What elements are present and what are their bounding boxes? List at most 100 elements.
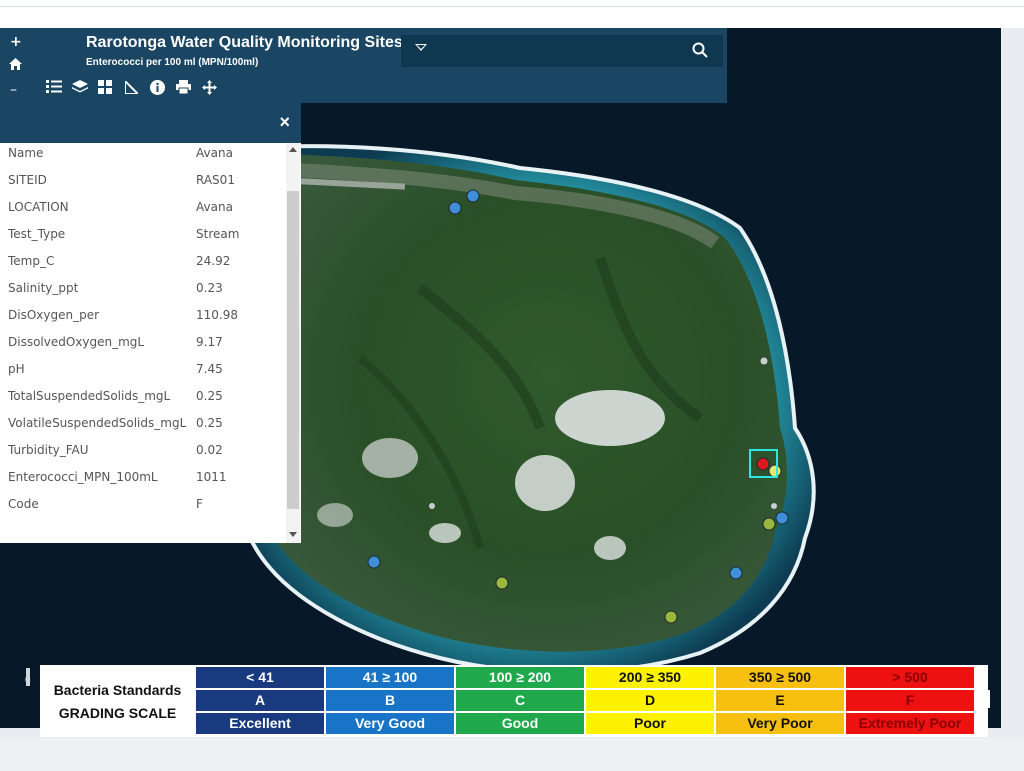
field-value: Avana <box>196 146 233 160</box>
grade-column: > 500 F Extremely Poor <box>845 667 975 735</box>
field-value: 110.98 <box>196 308 238 322</box>
grade-label: Good <box>456 713 584 734</box>
field-name: Test_Type <box>8 227 66 241</box>
popup-field-row: Enterococci_MPN_100mL 1011 <box>8 468 288 495</box>
grade-label: Excellent <box>196 713 324 734</box>
list-icon[interactable] <box>46 80 62 97</box>
grade-code: B <box>326 690 454 711</box>
field-value: 7.45 <box>196 362 223 376</box>
field-name: Temp_C <box>8 254 55 268</box>
field-name: pH <box>8 362 25 376</box>
search-icon[interactable] <box>692 42 708 62</box>
field-value: RAS01 <box>196 173 235 187</box>
grade-label: Poor <box>586 713 714 734</box>
legend-title-line1: Bacteria Standards <box>53 682 182 698</box>
cloud <box>362 438 418 478</box>
monitoring-site-marker[interactable] <box>775 511 789 525</box>
grade-code: E <box>716 690 844 711</box>
layers-icon[interactable] <box>72 80 88 98</box>
grade-label: Very Poor <box>716 713 844 734</box>
app-subtitle: Enterococci per 100 ml (MPN/100ml) <box>86 57 259 68</box>
popup-field-row: Name Avana <box>8 144 288 171</box>
grade-label: Very Good <box>326 713 454 734</box>
home-icon[interactable] <box>9 58 22 74</box>
grade-code: C <box>456 690 584 711</box>
field-value: 24.92 <box>196 254 231 268</box>
field-name: Turbidity_FAU <box>8 443 89 457</box>
plus-icon[interactable]: + <box>10 34 22 50</box>
minus-icon[interactable]: – <box>10 82 17 98</box>
cloud <box>429 523 461 543</box>
grade-column: 100 ≥ 200 C Good <box>455 667 585 735</box>
scroll-up-icon[interactable] <box>289 147 297 152</box>
grade-code: D <box>586 690 714 711</box>
popup-field-row: Turbidity_FAU 0.02 <box>8 441 288 468</box>
info-icon[interactable] <box>150 80 165 99</box>
field-name: Name <box>8 146 44 160</box>
page-frame-top <box>0 0 1024 28</box>
page-frame-bottom <box>0 738 1024 771</box>
scroll-down-icon[interactable] <box>289 532 297 537</box>
popup-field-row: DissolvedOxygen_mgL 9.17 <box>8 333 288 360</box>
grade-range: < 41 <box>196 667 324 688</box>
field-value: Stream <box>196 227 240 241</box>
grade-label: Extremely Poor <box>846 713 974 734</box>
basemap-gallery-icon[interactable] <box>98 80 113 98</box>
cloud <box>317 503 353 527</box>
search-box[interactable] <box>401 35 723 67</box>
grade-code: F <box>846 690 974 711</box>
directions-icon[interactable] <box>202 80 217 99</box>
monitoring-site-marker[interactable] <box>768 464 782 478</box>
popup-field-row: DisOxygen_per 110.98 <box>8 306 288 333</box>
field-value: 0.02 <box>196 443 223 457</box>
scrollbar-thumb[interactable] <box>287 191 299 509</box>
grade-column: 41 ≥ 100 B Very Good <box>325 667 455 735</box>
monitoring-site-marker[interactable] <box>762 517 776 531</box>
field-value: 1011 <box>196 470 227 484</box>
page-frame-line <box>0 6 1024 7</box>
field-name: DissolvedOxygen_mgL <box>8 335 145 349</box>
field-value: 9.17 <box>196 335 223 349</box>
cloud <box>594 536 626 560</box>
popup-scrollbar[interactable] <box>286 143 300 543</box>
monitoring-site-marker[interactable] <box>367 555 381 569</box>
popup-field-row: Test_Type Stream <box>8 225 288 252</box>
grade-range: > 500 <box>846 667 974 688</box>
legend-title-line2: GRADING SCALE <box>58 705 177 721</box>
grade-column: < 41 A Excellent <box>195 667 325 735</box>
field-value: 0.25 <box>196 389 223 403</box>
search-input[interactable] <box>437 39 691 63</box>
measure-icon[interactable] <box>124 78 141 98</box>
monitoring-site-marker[interactable] <box>466 189 480 203</box>
field-value: F <box>196 497 203 511</box>
dropdown-caret-icon[interactable] <box>415 44 427 51</box>
field-name: Code <box>8 497 39 511</box>
edge-marker <box>986 690 990 708</box>
monitoring-site-marker[interactable] <box>729 566 743 580</box>
grade-range: 100 ≥ 200 <box>456 667 584 688</box>
field-name: TotalSuspendedSolids_mgL <box>8 389 171 403</box>
field-name: SITEID <box>8 173 47 187</box>
field-name: Enterococci_MPN_100mL <box>8 470 158 484</box>
monitoring-site-marker[interactable] <box>664 610 678 624</box>
field-value: 0.23 <box>196 281 223 295</box>
field-name: VolatileSuspendedSolids_mgL <box>8 416 187 430</box>
field-name: DisOxygen_per <box>8 308 100 322</box>
close-icon[interactable]: × <box>279 112 290 133</box>
monitoring-site-marker[interactable] <box>448 201 462 215</box>
field-value: 0.25 <box>196 416 223 430</box>
app-title: Rarotonga Water Quality Monitoring Sites <box>86 34 403 51</box>
field-name: Salinity_ppt <box>8 281 79 295</box>
grade-column: 350 ≥ 500 E Very Poor <box>715 667 845 735</box>
print-icon[interactable] <box>176 80 191 98</box>
grade-range: 41 ≥ 100 <box>326 667 454 688</box>
scale-label: 0 <box>25 675 31 686</box>
feature-popup: Name Avana SITEID RAS01 LOCATION Avana Test_Ty… <box>0 143 301 543</box>
popup-field-row: pH 7.45 <box>8 360 288 387</box>
popup-field-row: VolatileSuspendedSolids_mgL 0.25 <box>8 414 288 441</box>
field-name: LOCATION <box>8 200 69 214</box>
grading-scale-legend: Bacteria Standards GRADING SCALE < 41 A Ex… <box>40 665 988 737</box>
monitoring-site-marker[interactable] <box>756 457 770 471</box>
monitoring-site-marker[interactable] <box>495 576 509 590</box>
cloud <box>515 455 575 511</box>
